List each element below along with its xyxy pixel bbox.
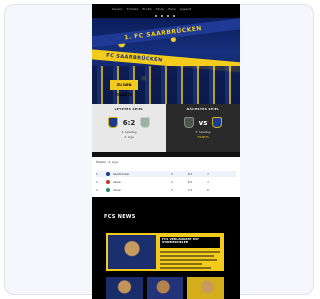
opponent-crest-icon	[183, 117, 194, 128]
slide-indicator	[155, 15, 175, 17]
fan-banner-text: 1. FC SAARBRÜCKEN	[123, 24, 203, 42]
league-table: Tabelle · 3. Liga 1 Saarbrücken 3 9:3 7 …	[92, 157, 240, 197]
table-points: 7	[207, 172, 209, 176]
breadcrumb: Tabelle · 3. Liga	[96, 160, 118, 164]
match-vs: vs	[198, 118, 208, 127]
nav-link[interactable]: Fans	[168, 7, 176, 11]
match-info: 3. Spieltag	[195, 130, 211, 134]
news-thumbnail[interactable]	[146, 277, 184, 299]
table-club: Saarbrücken	[113, 172, 130, 176]
table-position: 2	[96, 180, 98, 184]
table-goals: 6:2	[187, 180, 193, 184]
featured-headline: FCS VERLÄNGERT MIT STAMMSPIELER	[162, 237, 199, 245]
nav-link[interactable]: Tickets	[127, 7, 139, 11]
fan-banner: 1. FC SAARBRÜCKEN	[92, 18, 240, 49]
hero-image: 1. FC SAARBRÜCKEN FC SAARBRÜCKEN ZU DEN …	[92, 18, 240, 104]
slide-dot[interactable]	[173, 15, 175, 17]
slide-dot[interactable]	[161, 15, 163, 17]
slide-dot[interactable]	[155, 15, 157, 17]
match-tickets-link[interactable]: TICKETS	[166, 135, 240, 139]
article-teaser	[160, 251, 220, 271]
nav-link[interactable]: Profis	[142, 7, 151, 11]
last-match-label: LETZTES SPIEL	[114, 107, 144, 111]
table-games: 3	[171, 188, 173, 192]
club-logo-icon	[106, 188, 110, 192]
table-row[interactable]: 1 Saarbrücken 3 9:3 7	[96, 171, 236, 177]
table-games: 3	[171, 180, 173, 184]
next-match-card[interactable]: NÄCHSTES SPIEL vs 3. Spieltag TICKETS	[166, 104, 240, 152]
table-club: Verein	[113, 188, 122, 192]
home-crest-icon	[212, 117, 223, 128]
table-position: 3	[96, 188, 98, 192]
table-goals: 9:3	[187, 172, 193, 176]
featured-news-card[interactable]: FCS VERLÄNGERT MIT STAMMSPIELER	[106, 233, 224, 271]
featured-headline-box: FCS VERLÄNGERT MIT STAMMSPIELER	[160, 237, 220, 248]
table-points: 6	[207, 188, 209, 192]
match-info: 3. Spieltag	[121, 130, 137, 134]
top-navigation: Verein Tickets Profis Shop Fans Jugend	[92, 4, 240, 18]
nav-link[interactable]: Verein	[112, 7, 123, 11]
last-match-card[interactable]: LETZTES SPIEL 6:2 3. Spieltag 3. Liga	[92, 104, 166, 152]
slide-dot[interactable]	[167, 15, 169, 17]
match-score: 6:2	[122, 118, 136, 127]
nav-link[interactable]: Shop	[156, 7, 164, 11]
table-club: Verein	[113, 180, 122, 184]
club-logo-icon	[106, 180, 110, 184]
news-thumbnail[interactable]	[187, 277, 225, 299]
table-games: 3	[171, 172, 173, 176]
table-row[interactable]: 3 Verein 3 5:3 6	[96, 187, 236, 193]
table-row[interactable]: 2 Verein 3 6:2 7	[96, 179, 236, 185]
club-logo-icon	[106, 172, 110, 176]
match-competition: 3. Liga	[124, 135, 134, 139]
website-preview: Verein Tickets Profis Shop Fans Jugend 1…	[92, 4, 240, 299]
table-goals: 5:3	[187, 188, 193, 192]
news-title: FCS NEWS	[104, 214, 136, 220]
home-crest-icon	[107, 117, 118, 128]
tickets-button[interactable]: ZU DEN TICKETS	[110, 80, 138, 97]
table-position: 1	[96, 172, 98, 176]
nav-link[interactable]: Jugend	[180, 7, 192, 11]
next-match-label: NÄCHSTES SPIEL	[186, 107, 220, 111]
news-thumbnail[interactable]	[106, 277, 143, 299]
news-thumbnails	[106, 277, 225, 299]
news-section: FCS NEWS FCS VERLÄNGERT MIT STAMMSPIELER	[92, 197, 240, 299]
table-points: 7	[207, 180, 209, 184]
tickets-button-label: ZU DEN TICKETS	[115, 83, 133, 97]
player-photo	[108, 235, 156, 269]
away-crest-icon	[140, 117, 151, 128]
